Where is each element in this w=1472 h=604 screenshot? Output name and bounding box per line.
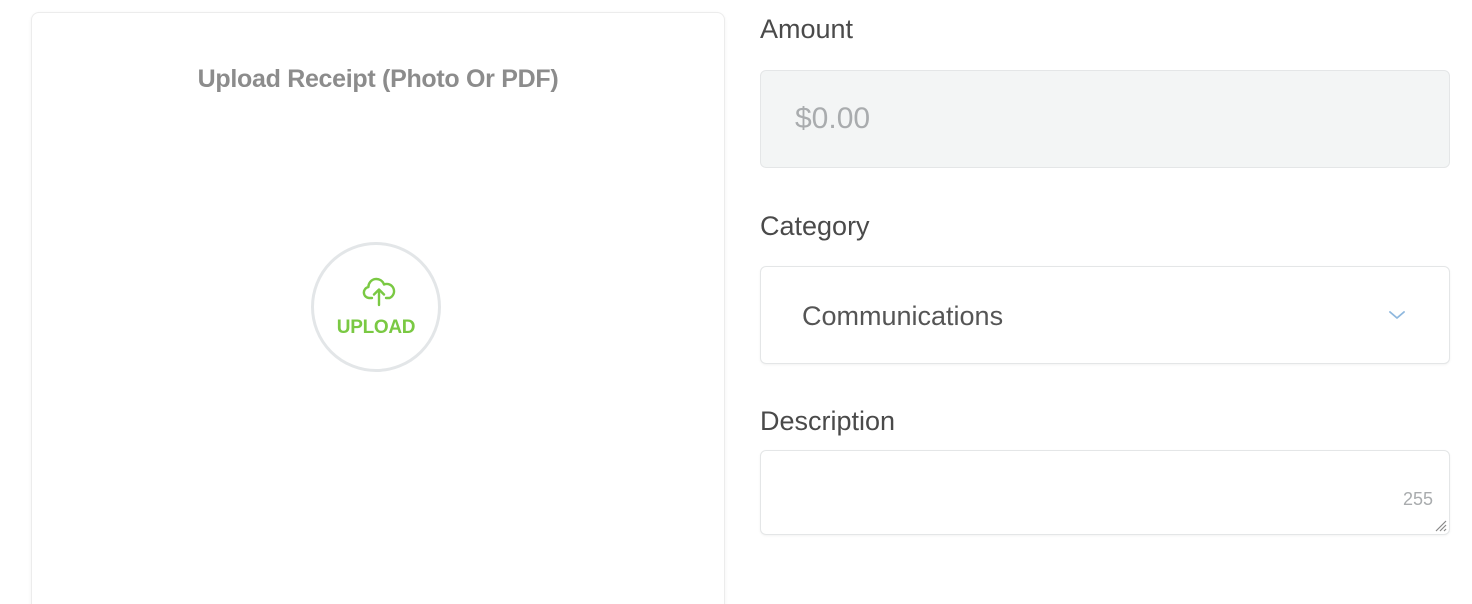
category-select[interactable]: Communications [760, 266, 1450, 364]
char-count: 255 [1402, 489, 1433, 509]
category-selected-value: Communications [802, 301, 1004, 331]
amount-input[interactable] [760, 70, 1450, 168]
upload-receipt-card: Upload Receipt (Photo Or PDF) UPLOAD [31, 12, 725, 604]
upload-button[interactable]: UPLOAD [311, 242, 441, 372]
description-textarea[interactable]: 255 [760, 450, 1450, 535]
cloud-upload-icon [362, 277, 396, 307]
description-label: Description [760, 406, 896, 436]
upload-title: Upload Receipt (Photo Or PDF) [197, 65, 559, 93]
upload-button-label: UPLOAD [336, 317, 416, 338]
category-label: Category [760, 211, 870, 241]
receipt-form-page: Upload Receipt (Photo Or PDF) UPLOAD Amo… [0, 0, 1472, 604]
amount-label: Amount [760, 14, 854, 44]
resize-handle-icon[interactable] [1433, 518, 1447, 532]
chevron-down-icon [1389, 311, 1405, 319]
